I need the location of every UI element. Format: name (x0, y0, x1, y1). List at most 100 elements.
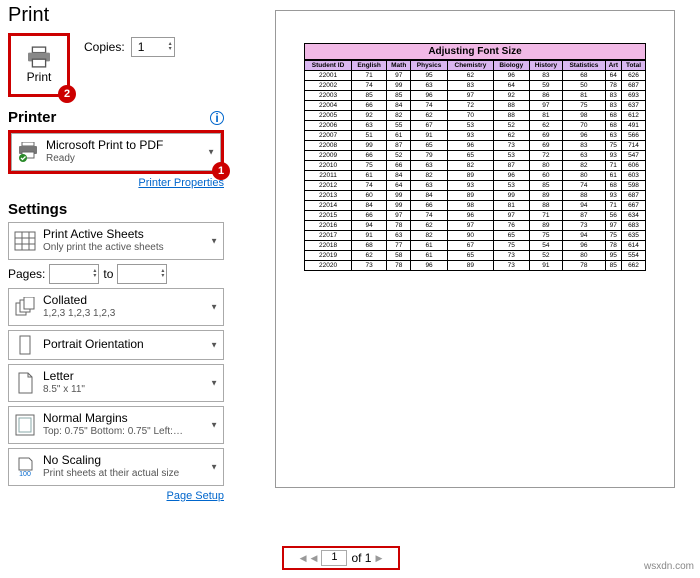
print-preview: Adjusting Font Size Student IDEnglishMat… (275, 10, 675, 488)
callout-badge-2: 2 (58, 85, 76, 103)
col-header: Student ID (305, 61, 352, 71)
table-row: 220066355675352627068491 (305, 121, 646, 131)
collate-main: Collated (43, 294, 115, 308)
orientation-main: Portrait Orientation (43, 338, 144, 352)
margins-main: Normal Margins (43, 412, 183, 426)
settings-head-label: Settings (8, 201, 67, 218)
preview-table-title: Adjusting Font Size (304, 43, 646, 60)
scaling-main: No Scaling (43, 454, 179, 468)
next-page-icon[interactable]: ▶ (375, 553, 382, 564)
printer-section-head: Printer i (8, 109, 224, 126)
print-what-main: Print Active Sheets (43, 228, 164, 242)
printer-select[interactable]: Microsoft Print to PDF Ready ▼ (11, 133, 221, 171)
copies-value: 1 (138, 40, 145, 54)
copies-label: Copies: (84, 40, 125, 54)
scaling-icon: 100 (13, 455, 37, 479)
margins-sub: Top: 0.75" Bottom: 0.75" Left:… (43, 426, 183, 438)
page-icon (13, 371, 37, 395)
table-row: 220017197956296836864626 (305, 71, 646, 81)
col-header: History (529, 61, 563, 71)
table-row: 220107566638287808271606 (305, 161, 646, 171)
table-row: 220169478629776897397683 (305, 221, 646, 231)
margins-select[interactable]: Normal MarginsTop: 0.75" Bottom: 0.75" L… (8, 406, 224, 444)
page-navigator: ◀ ◀ 1 of 1 ▶ (282, 546, 400, 570)
printer-status: Ready (46, 153, 163, 165)
chevron-down-icon: ▼ (210, 341, 218, 350)
col-header: Chemistry (447, 61, 493, 71)
table-row: 220096652796553726393547 (305, 151, 646, 161)
chevron-down-icon: ▼ (210, 379, 218, 388)
pages-to-spinner[interactable]: ▴▾ (117, 264, 167, 284)
table-row: 220207378968973917885662 (305, 261, 646, 271)
scaling-select[interactable]: 100 No ScalingPrint sheets at their actu… (8, 448, 224, 486)
chevron-down-icon: ▼ (210, 421, 218, 430)
chevron-down-icon: ▼ (210, 237, 218, 246)
print-button-label: Print (27, 70, 52, 84)
table-row: 220127464639353857468598 (305, 181, 646, 191)
info-icon[interactable]: i (210, 111, 224, 125)
spinner-arrows[interactable]: ▴▾ (93, 269, 96, 279)
table-row: 220059282627088819868612 (305, 111, 646, 121)
printer-head-label: Printer (8, 109, 56, 126)
chevron-down-icon: ▼ (207, 148, 215, 157)
col-header: Art (605, 61, 621, 71)
printer-name: Microsoft Print to PDF (46, 139, 163, 153)
table-row: 220148499669881889471667 (305, 201, 646, 211)
paper-size-select[interactable]: Letter8.5" x 11" ▼ (8, 364, 224, 402)
to-label: to (103, 267, 113, 281)
preview-table: Student IDEnglishMathPhysicsChemistryBio… (304, 60, 646, 271)
table-row: 220116184828996608061603 (305, 171, 646, 181)
first-page-icon[interactable]: ◀ (300, 553, 307, 564)
col-header: English (352, 61, 387, 71)
print-what-sub: Only print the active sheets (43, 242, 164, 254)
spinner-arrows[interactable]: ▴▾ (169, 42, 172, 52)
sheets-icon (13, 229, 37, 253)
paper-main: Letter (43, 370, 85, 384)
collate-select[interactable]: Collated1,2,3 1,2,3 1,2,3 ▼ (8, 288, 224, 326)
printer-icon (25, 46, 53, 68)
col-header: Physics (411, 61, 448, 71)
print-button[interactable]: Print 2 (8, 33, 70, 97)
scale-100: 100 (19, 471, 31, 478)
watermark: wsxdn.com (644, 561, 694, 572)
col-header: Math (387, 61, 411, 71)
orientation-select[interactable]: Portrait Orientation ▼ (8, 330, 224, 360)
table-row: 220156697749697718756634 (305, 211, 646, 221)
table-row: 220186877616775549678614 (305, 241, 646, 251)
table-row: 220038585969792868183693 (305, 91, 646, 101)
table-row: 220196258616573528095554 (305, 251, 646, 261)
table-row: 220136099848999898893687 (305, 191, 646, 201)
page-setup-link[interactable]: Page Setup (8, 490, 224, 502)
scaling-sub: Print sheets at their actual size (43, 468, 179, 480)
print-what-select[interactable]: Print Active SheetsOnly print the active… (8, 222, 224, 260)
spinner-arrows[interactable]: ▴▾ (161, 269, 164, 279)
printer-properties-link[interactable]: Printer Properties (8, 177, 224, 189)
table-row: 220179163829065759475635 (305, 231, 646, 241)
table-row: 220046684747288977583637 (305, 101, 646, 111)
chevron-down-icon: ▼ (210, 463, 218, 472)
table-row: 220089987659673698375714 (305, 141, 646, 151)
portrait-icon (13, 333, 37, 357)
page-total: of 1 (351, 551, 371, 565)
margins-icon (13, 413, 37, 437)
table-row: 220027499638364595078687 (305, 81, 646, 91)
pages-range: Pages: ▴▾ to ▴▾ (8, 264, 224, 284)
paper-sub: 8.5" x 11" (43, 384, 85, 396)
collate-icon (13, 295, 37, 319)
callout-badge-1: 1 (212, 162, 230, 180)
copies-control: Copies: 1 ▴▾ (84, 37, 175, 57)
printer-ready-icon (16, 140, 40, 164)
pages-from-spinner[interactable]: ▴▾ (49, 264, 99, 284)
current-page-input[interactable]: 1 (321, 550, 347, 566)
col-header: Total (622, 61, 646, 71)
prev-page-icon[interactable]: ◀ (311, 553, 318, 564)
col-header: Statistics (563, 61, 605, 71)
col-header: Biology (493, 61, 529, 71)
copies-spinner[interactable]: 1 ▴▾ (131, 37, 175, 57)
pages-label: Pages: (8, 267, 45, 281)
chevron-down-icon: ▼ (210, 303, 218, 312)
table-row: 220075161919362699663566 (305, 131, 646, 141)
collate-sub: 1,2,3 1,2,3 1,2,3 (43, 308, 115, 320)
page-title: Print (8, 4, 224, 27)
settings-section-head: Settings (8, 201, 224, 218)
